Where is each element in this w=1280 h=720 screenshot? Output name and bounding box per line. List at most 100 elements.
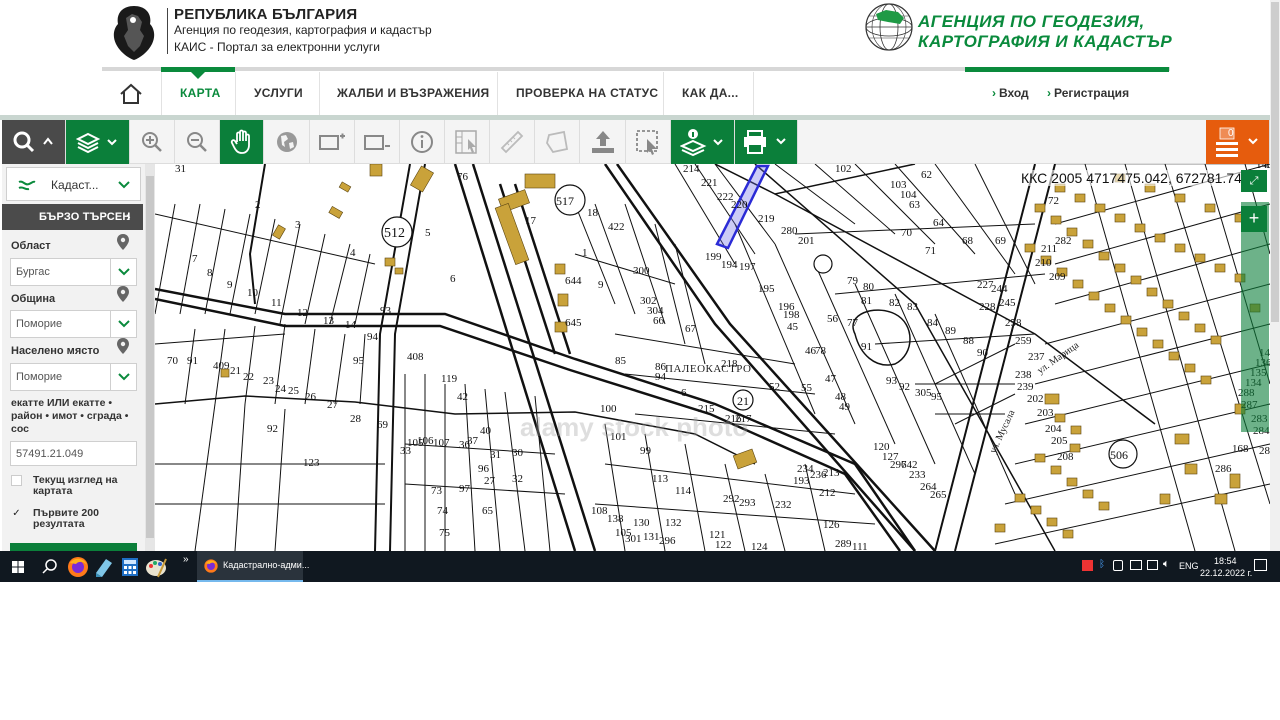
location-pin-icon[interactable] xyxy=(116,337,130,355)
naseleno-select[interactable]: Поморие xyxy=(10,363,137,391)
obshtina-select[interactable]: Поморие xyxy=(10,310,137,338)
remove-area-button[interactable] xyxy=(355,120,400,164)
locality-label: ПАЛЕОКАСТРО xyxy=(665,363,752,375)
parcel-number: 232 xyxy=(775,499,792,511)
search-tool-button[interactable] xyxy=(2,120,66,164)
info-layers-button[interactable] xyxy=(671,120,735,164)
parcel-number: 210 xyxy=(1035,257,1052,269)
clock-time[interactable]: 18:54 xyxy=(1214,556,1237,566)
nav-tab-services[interactable]: УСЛУГИ xyxy=(254,86,303,100)
browser-viewport: РЕПУБЛИКА БЪЛГАРИЯ Агенция по геодезия, … xyxy=(0,0,1280,720)
volume-tray-icon[interactable]: 🔈︎ xyxy=(1163,558,1170,571)
map-side-tools[interactable] xyxy=(1241,202,1269,432)
parcel-number: 4 xyxy=(350,247,356,259)
parcel-number: 77 xyxy=(847,317,859,329)
portal-header: РЕПУБЛИКА БЪЛГАРИЯ Агенция по геодезия, … xyxy=(0,0,1270,72)
results-list-button[interactable]: 0 xyxy=(1206,120,1270,164)
login-link[interactable]: › Вход xyxy=(992,86,1029,100)
parcel-number: 409 xyxy=(213,360,230,372)
nav-tab-status-check[interactable]: ПРОВЕРКА НА СТАТУС xyxy=(516,86,658,100)
globe-tool-button[interactable] xyxy=(264,120,310,164)
info-tool-button[interactable] xyxy=(400,120,445,164)
nav-tab-map[interactable]: КАРТА xyxy=(180,86,221,100)
first-200-checkbox[interactable]: ✓ xyxy=(11,508,22,519)
parcel-number: 6 xyxy=(450,273,456,285)
parcel-number: 28 xyxy=(350,413,362,425)
security-tray-icon[interactable] xyxy=(1113,560,1123,571)
notepad-icon[interactable] xyxy=(92,555,116,579)
measure-area-button[interactable] xyxy=(535,120,580,164)
measure-distance-button[interactable] xyxy=(490,120,535,164)
print-button[interactable] xyxy=(735,120,798,164)
oblast-select-toggle[interactable] xyxy=(110,259,136,285)
watermark: alamy stock photo xyxy=(520,412,748,442)
zoom-out-icon xyxy=(187,132,207,152)
zoom-out-button[interactable] xyxy=(175,120,220,164)
notifications-icon[interactable] xyxy=(1254,559,1267,571)
firefox-icon[interactable] xyxy=(66,555,90,579)
pan-tool-button[interactable] xyxy=(220,120,264,164)
search-submit-button[interactable] xyxy=(10,543,137,551)
parcel-number: 66 xyxy=(653,315,665,327)
parcel-number: 292 xyxy=(723,493,740,505)
cadastral-map-canvas[interactable]: 312345678910111213 14939495 408409 21 22 2324… xyxy=(155,164,1270,551)
taskbar-firefox-window[interactable]: Кадастрално-адми... xyxy=(197,551,309,582)
parcel-number: 72 xyxy=(1048,195,1059,207)
overflow-chevron-icon[interactable]: » xyxy=(183,554,189,565)
agency-globe-icon xyxy=(865,3,913,51)
antivirus-tray-icon[interactable] xyxy=(1082,560,1093,571)
search-sidebar: Кадаст... БЪРЗО ТЪРСЕН › Област Бургас О… xyxy=(2,164,155,551)
sidebar-scrollbar-thumb[interactable] xyxy=(146,176,154,538)
zone-number: 506 xyxy=(1110,448,1128,462)
parcel-number: 85 xyxy=(615,355,627,367)
parcel-number: 102 xyxy=(835,164,852,175)
map-zoom-in-button[interactable]: + xyxy=(1241,206,1267,232)
add-area-button[interactable] xyxy=(310,120,355,164)
clock-date[interactable]: 22.12.2022 г. xyxy=(1200,568,1252,578)
zoom-in-icon xyxy=(142,132,162,152)
network-tray-icon[interactable] xyxy=(1147,560,1158,570)
location-pin-icon[interactable] xyxy=(116,285,130,303)
bluetooth-tray-icon[interactable]: ᛒ xyxy=(1099,559,1105,570)
nav-tab-how-to[interactable]: КАК ДА... xyxy=(682,86,739,100)
parcel-number: 82 xyxy=(889,297,900,309)
input-language[interactable]: ENG xyxy=(1179,561,1199,571)
select-tool-button[interactable] xyxy=(626,120,671,164)
chevron-right-icon: › xyxy=(1047,86,1051,100)
layer-dropdown[interactable]: Кадаст... xyxy=(6,167,141,201)
nav-tab-complaints[interactable]: ЖАЛБИ И ВЪЗРАЖЕНИЯ xyxy=(337,86,489,100)
parcel-number: 238 xyxy=(1015,369,1032,381)
zoom-in-button[interactable] xyxy=(130,120,175,164)
parcel-number: 89 xyxy=(945,325,957,337)
parcel-number: 30 xyxy=(512,447,524,459)
search-icon[interactable] xyxy=(38,555,62,579)
parcel-number: 32 xyxy=(512,473,523,485)
register-link[interactable]: › Регистрация xyxy=(1047,86,1129,100)
quick-search-header[interactable]: БЪРЗО ТЪРСЕН › xyxy=(2,204,143,230)
parcel-number: 293 xyxy=(739,497,756,509)
calculator-icon[interactable] xyxy=(118,555,142,579)
page-scrollbar-thumb[interactable] xyxy=(1271,2,1279,322)
upload-button[interactable] xyxy=(580,120,626,164)
identifier-input[interactable]: 57491.21.049 xyxy=(10,441,137,466)
current-view-checkbox[interactable] xyxy=(11,475,22,486)
location-pin-icon[interactable] xyxy=(116,233,130,251)
cadastral-map[interactable]: 31 2 3 4 5 6 7 8 9 10 11 12 13 14 93 94 95 408 409 21 22 23 24… xyxy=(155,164,1270,551)
coordinates-readout: ККС 2005 4717475.042, 672781.749 xyxy=(1021,170,1250,186)
paint-icon[interactable] xyxy=(144,555,168,579)
map-toolbar: 0 xyxy=(2,120,1270,164)
home-icon[interactable] xyxy=(118,82,144,106)
naseleno-select-toggle[interactable] xyxy=(110,364,136,390)
parcel-number: 195 xyxy=(758,283,775,295)
ruler-icon xyxy=(500,130,524,154)
display-tray-icon[interactable] xyxy=(1130,560,1142,570)
expand-map-button[interactable]: ⤢ xyxy=(1241,170,1267,192)
gov-title: РЕПУБЛИКА БЪЛГАРИЯ xyxy=(174,6,358,23)
layers-tool-button[interactable] xyxy=(66,120,130,164)
parcel-number: 55 xyxy=(801,382,813,394)
oblast-select[interactable]: Бургас xyxy=(10,258,137,286)
windows-start-icon[interactable] xyxy=(6,555,30,579)
coordinates-tool-button[interactable] xyxy=(445,120,490,164)
nav-separator xyxy=(497,72,498,115)
obshtina-select-toggle[interactable] xyxy=(110,311,136,337)
